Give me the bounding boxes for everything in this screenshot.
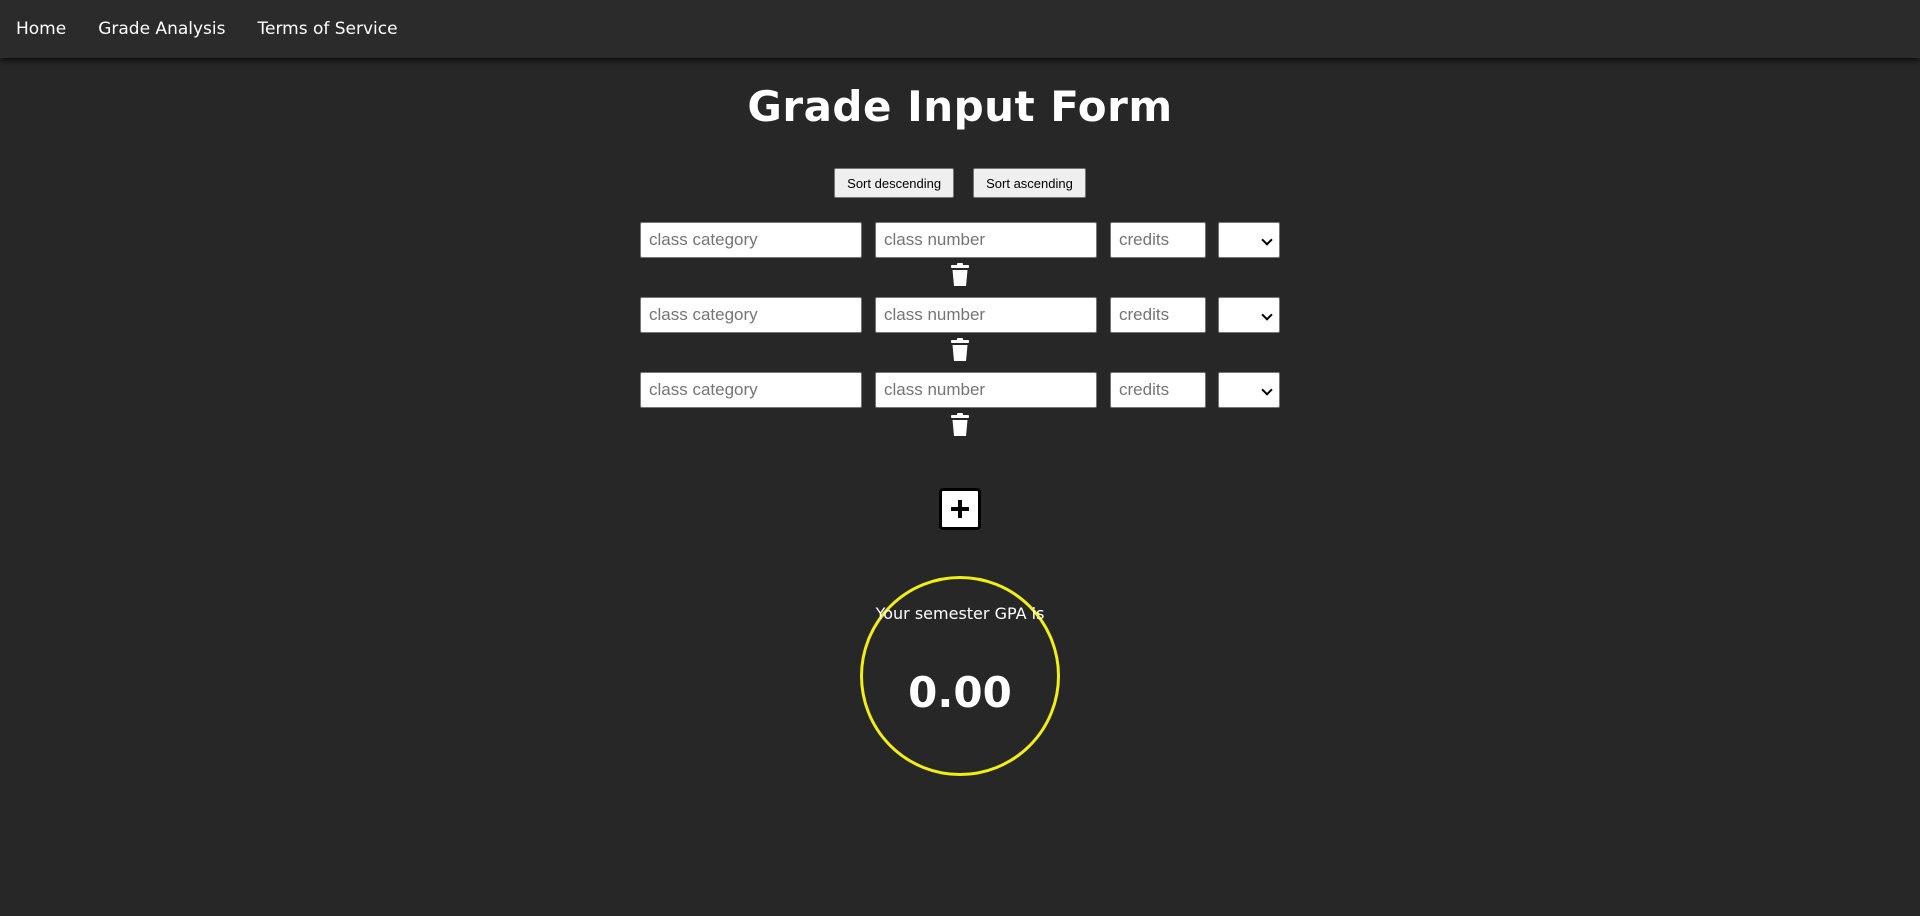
plus-icon	[951, 500, 969, 518]
credits-input[interactable]	[1110, 297, 1206, 333]
gpa-value: 0.00	[908, 668, 1012, 717]
class-number-input[interactable]	[875, 372, 1097, 408]
class-number-input[interactable]	[875, 222, 1097, 258]
course-row	[640, 222, 1280, 260]
gpa-label: Your semester GPA is	[875, 604, 1045, 623]
nav-link-terms-of-service[interactable]: Terms of Service	[257, 0, 397, 58]
nav-link-grade-analysis[interactable]: Grade Analysis	[98, 0, 225, 58]
grade-select[interactable]	[1218, 372, 1280, 408]
credits-input[interactable]	[1110, 222, 1206, 258]
credits-input[interactable]	[1110, 372, 1206, 408]
chevron-down-icon	[1261, 234, 1273, 246]
class-category-input[interactable]	[640, 222, 862, 258]
page-title: Grade Input Form	[747, 82, 1173, 131]
sort-toolbar: Sort descending Sort ascending	[0, 168, 1920, 198]
nav-link-home[interactable]: Home	[16, 0, 66, 58]
add-class-button[interactable]	[939, 488, 981, 530]
gpa-display: Your semester GPA is 0.00	[860, 576, 1060, 776]
trash-icon[interactable]	[949, 413, 971, 437]
chevron-down-icon	[1261, 309, 1273, 321]
trash-icon[interactable]	[949, 338, 971, 362]
class-category-input[interactable]	[640, 297, 862, 333]
course-row	[640, 297, 1280, 335]
trash-icon[interactable]	[949, 263, 971, 287]
sort-descending-button[interactable]: Sort descending	[834, 168, 955, 198]
grade-select[interactable]	[1218, 297, 1280, 333]
course-row	[640, 372, 1280, 410]
class-number-input[interactable]	[875, 297, 1097, 333]
grade-select[interactable]	[1218, 222, 1280, 258]
class-category-input[interactable]	[640, 372, 862, 408]
chevron-down-icon	[1261, 384, 1273, 396]
top-navbar: Home Grade Analysis Terms of Service	[0, 0, 1920, 58]
sort-ascending-button[interactable]: Sort ascending	[973, 168, 1086, 198]
